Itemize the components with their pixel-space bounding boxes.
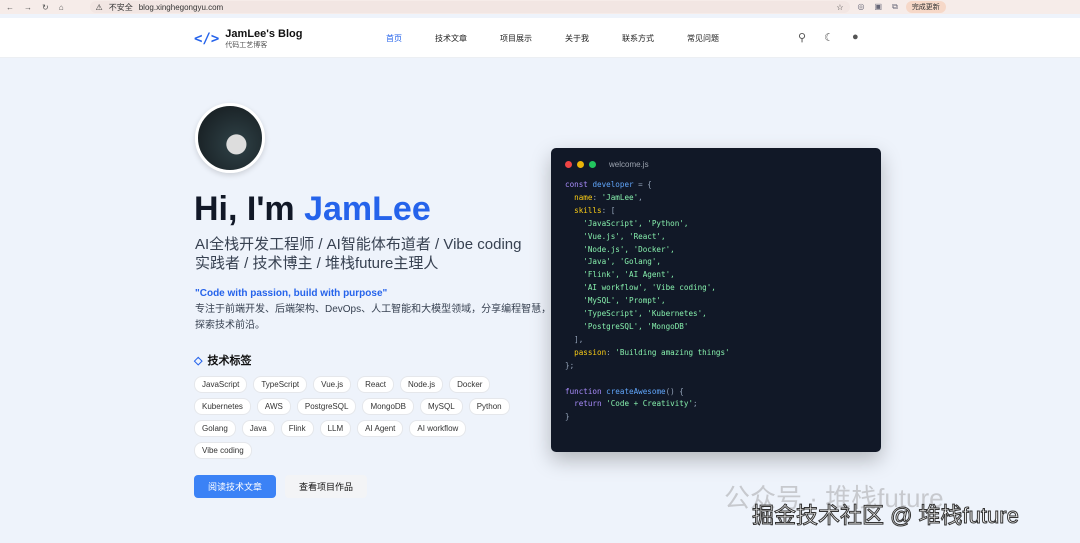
tag-chip[interactable]: LLM — [319, 420, 352, 437]
back-icon[interactable]: ← — [6, 3, 14, 12]
home-icon[interactable]: ⌂ — [59, 3, 64, 12]
hero-quote: "Code with passion, build with purpose" — [195, 288, 388, 299]
tag-chip[interactable]: AWS — [256, 398, 291, 415]
search-icon[interactable]: ⚲ — [798, 31, 806, 44]
code-line: 'Java', 'Golang', — [565, 257, 662, 267]
tag-chip[interactable]: TypeScript — [253, 376, 308, 393]
code-line: name: 'JamLee', — [565, 192, 643, 202]
hero-subtitle: AI全栈开发工程师 / AI智能体布道者 / Vibe coding实践者 / … — [195, 236, 522, 272]
address-bar[interactable]: ⚠ 不安全 blog.xinghegongyu.com ☆ — [89, 1, 850, 13]
code-line: 'PostgreSQL', 'MongoDB' — [565, 321, 689, 331]
tag-chip[interactable]: Node.js — [400, 376, 444, 393]
code-line: 'AI workflow', 'Vibe coding', — [565, 283, 716, 293]
tag-list: JavaScript TypeScript Vue.js React Node.js Do… — [194, 376, 514, 459]
main-nav: 首页 技术文章 项目展示 关于我 联系方式 常见问题 — [386, 33, 752, 44]
site-title: JamLee's Blog — [225, 28, 303, 40]
moon-icon[interactable]: ☾ — [824, 31, 834, 44]
extension-icon[interactable]: ▣ — [875, 2, 883, 12]
minimize-dot — [577, 161, 584, 168]
reload-icon[interactable]: ↻ — [42, 3, 49, 12]
code-line: } — [565, 412, 570, 422]
insecure-label: 不安全 — [108, 2, 133, 12]
code-line: function createAwesome() { — [565, 386, 684, 396]
code-line: 'Vue.js', 'React', — [565, 231, 666, 241]
warning-icon: ⚠ — [95, 2, 103, 12]
site-logo[interactable]: </> JamLee's Blog 代码工艺博客 — [194, 28, 303, 50]
tag-chip[interactable]: Java — [241, 420, 275, 437]
puzzle-icon[interactable]: ⧉ — [892, 2, 898, 12]
hero-name: JamLee — [304, 190, 431, 228]
nav-home[interactable]: 首页 — [386, 33, 402, 44]
tag-chip[interactable]: Golang — [194, 420, 236, 437]
code-window: welcome.js const developer = { name: 'Ja… — [551, 148, 881, 452]
code-line: 'Node.js', 'Docker', — [565, 244, 675, 254]
tag-chip[interactable]: Python — [468, 398, 510, 415]
code-line: 'Flink', 'AI Agent', — [565, 270, 675, 280]
hero-title: Hi, I'm JamLee — [194, 190, 431, 228]
forward-icon[interactable]: → — [24, 3, 32, 12]
close-dot — [565, 161, 572, 168]
code-filename: welcome.js — [609, 160, 649, 169]
code-line: 'JavaScript', 'Python', — [565, 218, 689, 228]
url-text: blog.xinghegongyu.com — [138, 2, 224, 12]
nav-faq[interactable]: 常见问题 — [687, 33, 719, 44]
tag-chip[interactable]: PostgreSQL — [296, 398, 357, 415]
view-projects-button[interactable]: 查看项目作品 — [285, 475, 367, 498]
extension-icon[interactable]: ◎ — [858, 2, 865, 12]
code-line: ], — [565, 334, 584, 344]
update-button[interactable]: 完成更新 — [905, 1, 946, 13]
tag-icon: ◇ — [194, 354, 203, 367]
tag-chip[interactable]: Vue.js — [313, 376, 352, 393]
tag-chip[interactable]: Kubernetes — [194, 398, 251, 415]
avatar — [195, 103, 265, 173]
tag-chip[interactable]: JavaScript — [194, 376, 248, 393]
code-line: 'MySQL', 'Prompt', — [565, 296, 666, 306]
star-icon[interactable]: ☆ — [836, 3, 843, 12]
tag-chip[interactable]: AI workflow — [409, 420, 467, 437]
tag-chip[interactable]: AI Agent — [357, 420, 404, 437]
hero-description: 专注于前端开发、后端架构、DevOps、人工智能和大模型领域，分享编程智慧，探索… — [195, 304, 552, 331]
code-line: }; — [565, 360, 575, 370]
code-line: skills: [ — [565, 205, 616, 215]
site-subtitle: 代码工艺博客 — [225, 42, 268, 49]
nav-about[interactable]: 关于我 — [565, 33, 589, 44]
code-line: passion: 'Building amazing things' — [565, 347, 730, 357]
tag-chip[interactable]: MySQL — [420, 398, 463, 415]
tag-chip[interactable]: MongoDB — [362, 398, 415, 415]
juejin-watermark: 掘金技术社区 @ 堆栈future — [752, 503, 1020, 529]
tag-chip[interactable]: React — [357, 376, 394, 393]
github-icon[interactable]: ● — [852, 31, 859, 44]
tags-heading: ◇ 技术标签 — [194, 354, 252, 368]
code-line: return 'Code + Creativity'; — [565, 399, 698, 409]
site-header: </> JamLee's Blog 代码工艺博客 首页 技术文章 项目展示 关于我… — [0, 18, 1080, 58]
tag-chip[interactable]: Vibe coding — [194, 442, 252, 459]
read-articles-button[interactable]: 阅读技术文章 — [194, 475, 276, 498]
nav-contact[interactable]: 联系方式 — [622, 33, 654, 44]
nav-articles[interactable]: 技术文章 — [435, 33, 467, 44]
code-icon: </> — [194, 31, 220, 47]
code-body: const developer = { name: 'JamLee', skil… — [565, 179, 867, 424]
code-line: const developer = { — [565, 180, 652, 189]
tag-chip[interactable]: Docker — [449, 376, 491, 393]
maximize-dot — [589, 161, 596, 168]
tag-chip[interactable]: Flink — [280, 420, 314, 437]
nav-projects[interactable]: 项目展示 — [500, 33, 532, 44]
browser-toolbar: ← → ↻ ⌂ ⚠ 不安全 blog.xinghegongyu.com ☆ ◎ ▣ ⧉ 完成更新 — [0, 0, 1080, 14]
code-line: 'TypeScript', 'Kubernetes', — [565, 309, 707, 319]
